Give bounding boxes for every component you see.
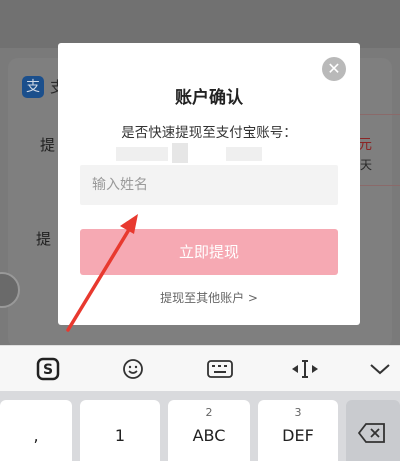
sogou-logo-icon[interactable]: S (30, 346, 66, 392)
key-label: ABC (192, 426, 226, 445)
keyboard-icon[interactable] (202, 346, 238, 392)
backspace-icon (358, 423, 385, 443)
key-label: , (33, 426, 39, 445)
background-topbar (0, 0, 400, 48)
key-1[interactable]: 1 (80, 400, 160, 461)
background-row-label: 提 (40, 136, 56, 154)
svg-text:S: S (43, 362, 53, 378)
close-button[interactable]: ✕ (322, 57, 346, 81)
keyboard-body: , 1 2 ABC 3 DEF (0, 391, 400, 461)
collapse-keyboard-icon[interactable] (362, 346, 398, 392)
dialog-title: 账户确认 (175, 88, 243, 108)
redacted-account (226, 147, 262, 161)
redacted-account (116, 147, 168, 161)
account-confirm-dialog: ✕ 账户确认 是否快速提现至支付宝账号： 立即提现 提现至其他账户 > (58, 43, 360, 325)
redacted-account (172, 143, 188, 163)
background-amount-sub: 天 (360, 158, 373, 172)
background-row-label: 提 (36, 230, 52, 248)
name-input[interactable] (80, 165, 338, 205)
background-amount-text: 元 (358, 137, 372, 153)
key-subtext: 2 (205, 406, 213, 419)
withdraw-other-account-link[interactable]: 提现至其他账户 > (58, 289, 360, 306)
delete-key[interactable] (346, 400, 400, 461)
withdraw-now-button[interactable]: 立即提现 (80, 229, 338, 275)
alipay-logo-icon: 支 (22, 76, 44, 98)
cursor-move-icon[interactable] (285, 346, 325, 392)
key-2-abc[interactable]: 2 ABC (168, 400, 250, 461)
key-label: 1 (114, 426, 126, 445)
emoji-icon[interactable] (115, 346, 151, 392)
dialog-subtitle: 是否快速提现至支付宝账号： (121, 125, 297, 141)
key-3-def[interactable]: 3 DEF (258, 400, 338, 461)
keyboard-toolbar: S (0, 345, 400, 392)
key-label: DEF (282, 426, 314, 445)
key-comma[interactable]: , (0, 400, 72, 461)
key-subtext: 3 (294, 406, 302, 419)
